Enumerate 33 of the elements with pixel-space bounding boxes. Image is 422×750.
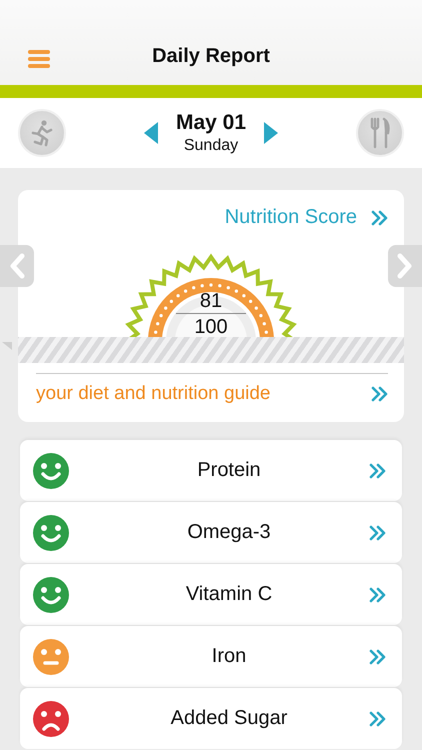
meal-button[interactable] — [356, 109, 404, 157]
nutrient-name: Vitamin C — [184, 583, 274, 606]
previous-button[interactable] — [0, 245, 34, 287]
chevron-right-icon — [396, 253, 414, 279]
nutrient-name: Omega-3 — [186, 521, 272, 544]
nutrient-row[interactable]: Protein — [20, 440, 402, 501]
score-max: 100 — [194, 315, 228, 337]
nutrient-row[interactable]: Omega-3 — [20, 502, 402, 563]
exercise-button[interactable] — [18, 109, 66, 157]
page-title: Daily Report — [152, 45, 270, 68]
nutrient-name: Added Sugar — [170, 707, 288, 730]
score-value: 81 — [176, 289, 246, 314]
double-chevron-icon[interactable] — [369, 524, 386, 540]
double-chevron-icon[interactable] — [369, 586, 386, 602]
date-label: May 01 — [176, 111, 246, 135]
chevron-left-icon — [8, 253, 26, 279]
previous-day-icon[interactable] — [144, 122, 158, 144]
next-button[interactable] — [388, 245, 422, 287]
double-chevron-icon[interactable] — [369, 710, 386, 726]
double-chevron-icon[interactable] — [369, 648, 386, 664]
nutrient-row[interactable]: Iron — [20, 626, 402, 687]
menu-icon[interactable] — [28, 50, 50, 68]
weekday-label: Sunday — [184, 137, 238, 155]
nutrient-row[interactable]: Added Sugar — [20, 688, 402, 749]
runner-icon — [29, 118, 55, 148]
double-chevron-icon[interactable] — [371, 210, 388, 226]
next-day-icon[interactable] — [264, 122, 278, 144]
nutrient-row[interactable]: Vitamin C — [20, 564, 402, 625]
double-chevron-icon[interactable] — [371, 386, 388, 402]
double-chevron-icon[interactable] — [369, 462, 386, 478]
pointer-icon — [2, 342, 12, 350]
nutrient-name: Protein — [196, 459, 262, 482]
nutrient-name: Iron — [210, 645, 248, 668]
